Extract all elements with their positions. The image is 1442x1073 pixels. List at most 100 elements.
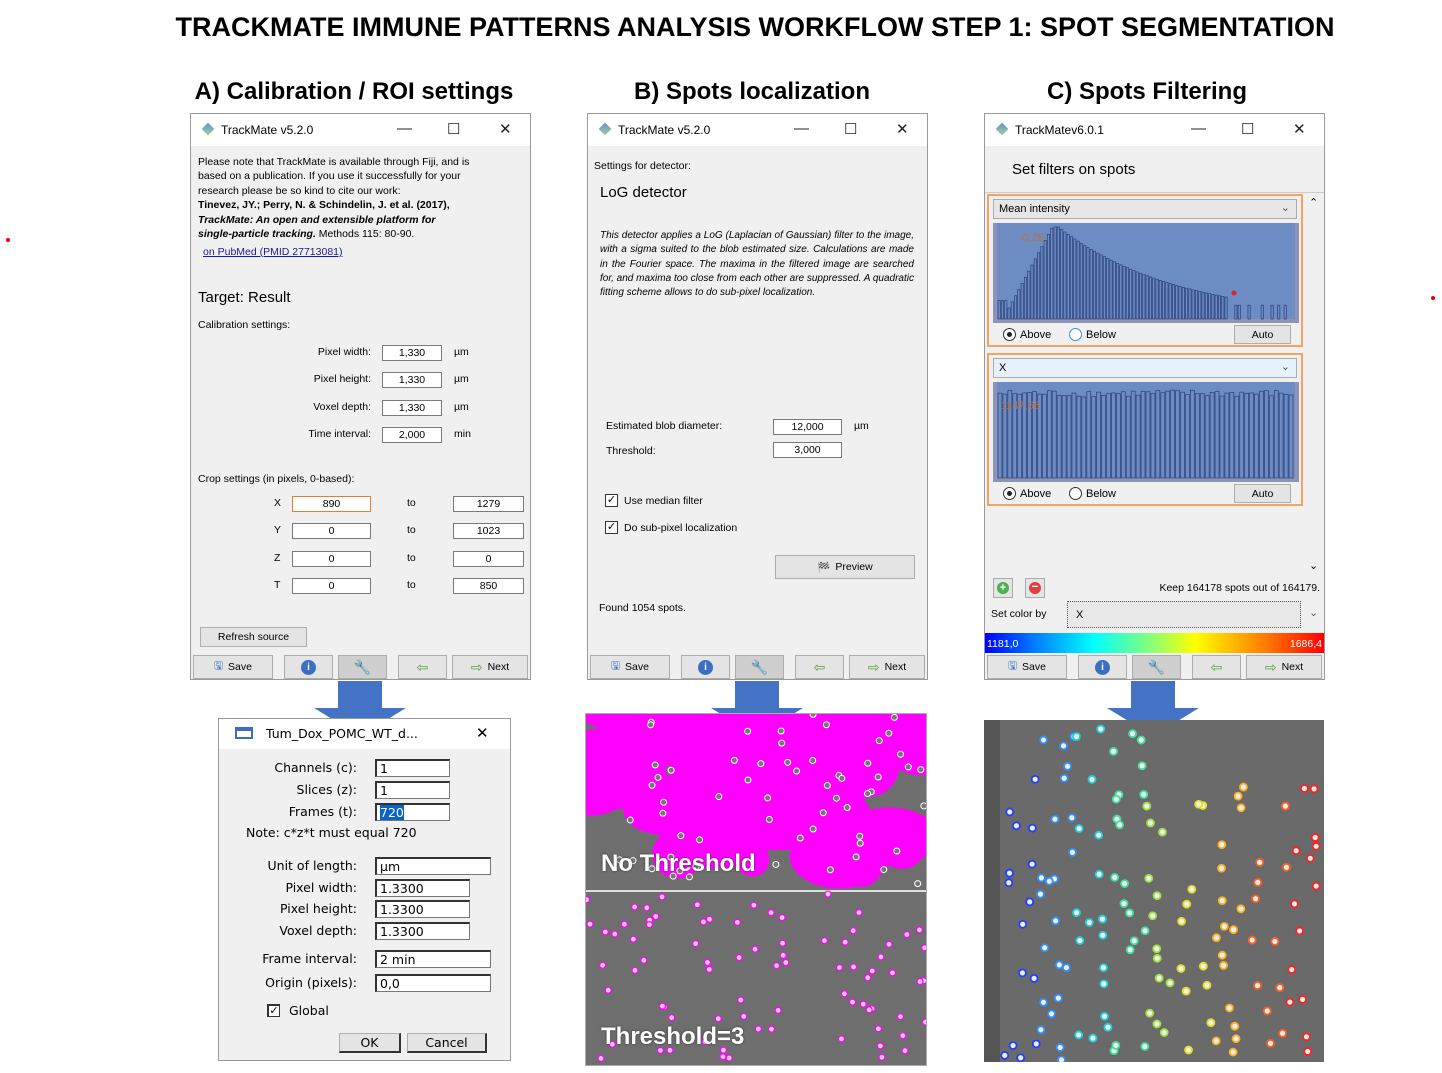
next-button[interactable]: ⇨ Next [849, 655, 925, 679]
back-button[interactable]: ⇦ [1192, 655, 1241, 679]
next-button[interactable]: ⇨ Next [1246, 655, 1322, 679]
spot [1225, 1003, 1234, 1013]
info-icon: i [1095, 659, 1110, 675]
spot [1219, 921, 1229, 931]
above-radio[interactable]: Above [1003, 487, 1051, 500]
remove-filter-button[interactable]: − [1025, 578, 1045, 598]
cancel-button[interactable]: Cancel [407, 1033, 487, 1053]
crop-to-input[interactable]: 0 [453, 550, 524, 567]
scrollbar[interactable]: ⌃ ⌄ [1305, 194, 1323, 572]
global-checkbox[interactable]: ✓ [267, 1004, 280, 1017]
histogram-bar [1214, 294, 1218, 320]
field-input[interactable]: µm [375, 857, 491, 875]
field-input[interactable]: 1 [375, 781, 450, 799]
minimize-button[interactable]: — [794, 120, 809, 137]
below-radio[interactable]: Below [1069, 487, 1116, 500]
spot [1016, 1053, 1026, 1062]
back-button[interactable]: ⇦ [398, 655, 447, 679]
field-input[interactable]: 1.3300 [375, 900, 470, 918]
spot [1025, 897, 1035, 907]
auto-button[interactable]: Auto [1234, 325, 1291, 344]
crop-from-input[interactable]: 0 [292, 550, 371, 567]
subpixel-checkbox[interactable]: ✓ [605, 521, 618, 534]
colormap-bar: 1181,0 1686,4 [985, 633, 1324, 653]
preview-button[interactable]: 🏁 Preview [775, 555, 915, 579]
info-button[interactable]: i [284, 655, 333, 679]
crop-to-input[interactable]: 1279 [453, 496, 524, 512]
histogram-bar [1249, 392, 1254, 479]
blob-diameter-input[interactable]: 12,000 [773, 419, 842, 435]
histogram-bar [1046, 390, 1052, 479]
wrench-button[interactable]: 🔧 [735, 655, 784, 679]
calibration-input[interactable]: 1,330 [382, 372, 442, 389]
field-input[interactable]: 2 min [375, 950, 491, 968]
close-button[interactable]: ✕ [499, 120, 512, 138]
scroll-up-icon[interactable]: ⌃ [1309, 196, 1318, 209]
info-button[interactable]: i [1078, 655, 1127, 679]
close-button[interactable]: ✕ [896, 120, 909, 138]
minimize-button[interactable]: — [1191, 120, 1206, 137]
ok-button[interactable]: OK [339, 1033, 401, 1053]
add-filter-button[interactable]: + [993, 578, 1013, 598]
calibration-input[interactable]: 1,330 [382, 399, 442, 416]
threshold-input[interactable]: 3,000 [773, 442, 842, 458]
close-button[interactable]: ✕ [476, 724, 489, 742]
field-input[interactable]: 1 [375, 759, 450, 777]
back-button[interactable]: ⇦ [795, 655, 844, 679]
feature-select[interactable]: Mean intensity ⌄ [993, 199, 1297, 219]
spot [604, 986, 612, 994]
spot [880, 866, 888, 874]
calibration-input[interactable]: 2,000 [382, 426, 442, 443]
threshold-label: Threshold=3 [601, 1023, 745, 1050]
refresh-source-button[interactable]: Refresh source [200, 627, 307, 647]
field-input[interactable]: 1.3300 [375, 878, 470, 897]
auto-button[interactable]: Auto [1234, 484, 1291, 503]
spot [1300, 784, 1309, 793]
maximize-button[interactable]: ☐ [1241, 120, 1254, 138]
save-button[interactable]: 🖫 Save [987, 655, 1067, 679]
histogram-bar [1221, 296, 1225, 320]
field-input[interactable]: 1.3300 [375, 921, 470, 940]
crop-to-input[interactable]: 850 [453, 577, 524, 594]
spot [1054, 960, 1064, 970]
wrench-button[interactable]: 🔧 [338, 655, 387, 679]
spot [1047, 1009, 1056, 1019]
histogram-bar [1125, 395, 1131, 479]
feature-select[interactable]: X ⌄ [993, 358, 1297, 378]
median-filter-checkbox[interactable]: ✓ [605, 494, 618, 507]
close-button[interactable]: ✕ [1293, 120, 1306, 138]
field-label: Frames (t): [288, 804, 357, 819]
field-input[interactable]: 0,0 [375, 973, 491, 992]
save-button[interactable]: 🖫 Save [590, 655, 670, 679]
wrench-button[interactable]: 🔧 [1132, 655, 1181, 679]
below-radio[interactable]: Below [1069, 328, 1116, 341]
minimize-button[interactable]: — [397, 120, 412, 137]
color-by-select[interactable]: X [1067, 601, 1301, 628]
unit-label: µm [454, 346, 469, 358]
maximize-button[interactable]: ☐ [844, 120, 857, 138]
spot [640, 956, 648, 964]
spot [822, 721, 830, 729]
histogram-bar [1188, 288, 1192, 320]
maximize-button[interactable]: ☐ [447, 120, 460, 138]
pubmed-link[interactable]: on PubMed (PMID 27713081) [203, 246, 343, 258]
scroll-down-icon[interactable]: ⌄ [1309, 559, 1318, 572]
stray-dot [6, 238, 10, 242]
crop-to-input[interactable]: 1023 [453, 523, 524, 540]
field-input[interactable]: 720 [375, 803, 450, 821]
spot [1005, 868, 1014, 878]
histogram-bar [1175, 390, 1180, 479]
save-button[interactable]: 🖫 Save [193, 655, 273, 679]
crop-from-input[interactable]: 0 [292, 577, 371, 594]
chevron-down-icon[interactable]: ⌄ [1309, 606, 1318, 619]
calibration-input[interactable]: 1,330 [382, 345, 442, 361]
crop-from-input[interactable]: 890 [292, 496, 371, 512]
next-button[interactable]: ⇨ Next [452, 655, 528, 679]
crop-from-input[interactable]: 0 [292, 523, 371, 540]
histogram-bar [1042, 393, 1047, 479]
above-radio[interactable]: Above [1003, 328, 1051, 341]
histogram[interactable] [993, 382, 1299, 482]
histogram-bar [1076, 240, 1080, 320]
image-background [984, 720, 1324, 1062]
info-button[interactable]: i [681, 655, 730, 679]
